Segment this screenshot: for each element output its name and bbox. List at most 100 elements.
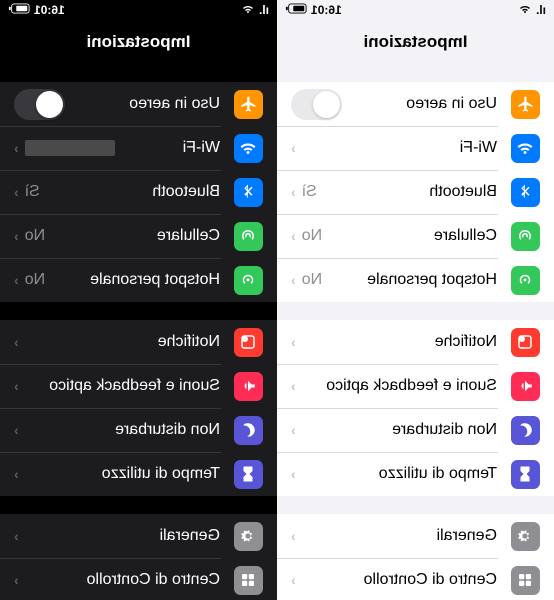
settings-row-label: Suoni e feedback aptico [296,377,497,395]
settings-row-label: Tempo di utilizzo [19,465,220,483]
notifications-icon [511,328,540,357]
settings-row-label: Wi-Fi [115,139,220,157]
settings-row-wifi[interactable]: Wi-Fi › [0,126,277,170]
settings-row-cellular[interactable]: CellulareNo › [277,214,554,258]
settings-row-label: Wi-Fi [296,139,497,157]
chevron-right-icon: › [291,334,296,350]
chevron-right-icon: › [291,378,296,394]
status-left: ıl. [518,3,546,18]
sounds-icon [511,372,540,401]
moon-icon [234,416,263,445]
chevron-right-icon: › [14,378,19,394]
chevron-right-icon: › [14,422,19,438]
settings-group: Notifiche›Suoni e feedback aptico›Non di… [0,320,277,496]
chevron-right-icon: › [291,572,296,588]
settings-group: Notifiche›Suoni e feedback aptico›Non di… [277,320,554,496]
hourglass-icon [234,460,263,489]
settings-row-dnd[interactable]: Non disturbare› [277,408,554,452]
settings-row-sounds[interactable]: Suoni e feedback aptico› [0,364,277,408]
chevron-right-icon: › [291,528,296,544]
bluetooth-icon [234,178,263,207]
wifi-icon [511,134,540,163]
settings-row-label: Hotspot personale [45,271,220,289]
status-right: 16:01 [285,3,342,17]
settings-row-dnd[interactable]: Non disturbare› [0,408,277,452]
settings-row-controlcenter[interactable]: Centro di Controllo› [0,558,277,600]
settings-row-hotspot[interactable]: Hotspot personaleNo› [277,258,554,302]
hotspot-icon [511,266,540,295]
settings-row-label: Notifiche [19,333,220,351]
wifi-status-icon [518,3,532,18]
chevron-right-icon: › [291,422,296,438]
status-time: 16:01 [311,3,342,17]
moon-icon [511,416,540,445]
settings-row-airplane[interactable]: Uso in aereo [0,82,277,126]
settings-row-label: Cellulare [45,227,220,245]
settings-row-label: Bluetooth [40,183,220,201]
settings-row-label: Generali [19,527,220,545]
settings-row-label: Non disturbare [296,421,497,439]
signal-icon: ıl. [259,3,269,17]
settings-row-wifi[interactable]: Wi-Fi› [277,126,554,170]
chevron-right-icon: › [291,184,296,200]
settings-row-notifications[interactable]: Notifiche› [277,320,554,364]
hotspot-icon [234,266,263,295]
settings-row-general[interactable]: Generali› [277,514,554,558]
settings-row-controlcenter[interactable]: Centro di Controllo› [277,558,554,600]
settings-row-label: Notifiche [296,333,497,351]
page-title: Impostazioni [277,20,554,64]
battery-icon [8,3,30,17]
settings-row-bluetooth[interactable]: BluetoothSì › [277,170,554,214]
settings-row-label: Suoni e feedback aptico [19,377,220,395]
status-left: ıl. [241,3,269,18]
settings-group: Uso in aereoWi-Fi›BluetoothSì›CellulareN… [277,82,554,302]
gear-icon [234,522,263,551]
battery-icon [285,3,307,17]
bluetooth-icon [511,178,540,207]
settings-row-airplane[interactable]: Uso in aereo [277,82,554,126]
settings-panel-light: ıl.16:01ImpostazioniUso in aereoWi-Fi›Bl… [277,0,554,600]
settings-row-notifications[interactable]: Notifiche› [0,320,277,364]
cellular-icon [511,222,540,251]
settings-row-label: Uso in aereo [65,95,220,113]
settings-row-hotspot[interactable]: Hotspot personaleNo › [0,258,277,302]
settings-row-label: Bluetooth [317,183,497,201]
chevron-right-icon: › [14,528,19,544]
hourglass-icon [511,460,540,489]
status-time: 16:01 [34,3,65,17]
settings-row-general[interactable]: Generali› [0,514,277,558]
settings-group: Uso in aereoWi-Fi›BluetoothSì›CellulareN… [0,82,277,302]
settings-row-bluetooth[interactable]: BluetoothSì› [0,170,277,214]
settings-group: Generali›Centro di Controllo›AASchermo e… [277,514,554,600]
settings-row-label: Cellulare [322,227,497,245]
airplane-toggle[interactable] [291,89,342,120]
status-bar: ıl. 16:01 [277,0,554,20]
airplane-toggle[interactable] [14,89,65,120]
settings-row-value: Sì [25,183,40,201]
status-right: 16:01 [8,3,65,17]
settings-row-value: Sì [302,183,317,201]
status-bar: ıl. 16:01 [0,0,277,20]
settings-row-value: No [302,271,322,289]
notifications-icon [234,328,263,357]
chevron-right-icon: › [291,272,296,288]
settings-row-label: Centro di Controllo [296,571,497,589]
settings-row-value: No [25,271,45,289]
settings-row-screentime[interactable]: Tempo di utilizzo› [0,452,277,496]
settings-group: Generali›Centro di Controllo›AASchermo e… [0,514,277,600]
settings-row-label: Non disturbare [19,421,220,439]
settings-row-cellular[interactable]: CellulareNo› [0,214,277,258]
settings-row-value: No [302,227,322,245]
chevron-right-icon: › [14,272,19,288]
gear-icon [511,522,540,551]
chevron-right-icon: › [14,334,19,350]
airplane-icon [511,90,540,119]
controlcenter-icon [511,566,540,595]
settings-row-label: Generali [296,527,497,545]
chevron-right-icon: › [14,572,19,588]
chevron-right-icon: › [291,228,296,244]
settings-row-sounds[interactable]: Suoni e feedback aptico› [277,364,554,408]
settings-row-screentime[interactable]: Tempo di utilizzo› [277,452,554,496]
chevron-right-icon: › [14,140,19,156]
chevron-right-icon: › [14,466,19,482]
